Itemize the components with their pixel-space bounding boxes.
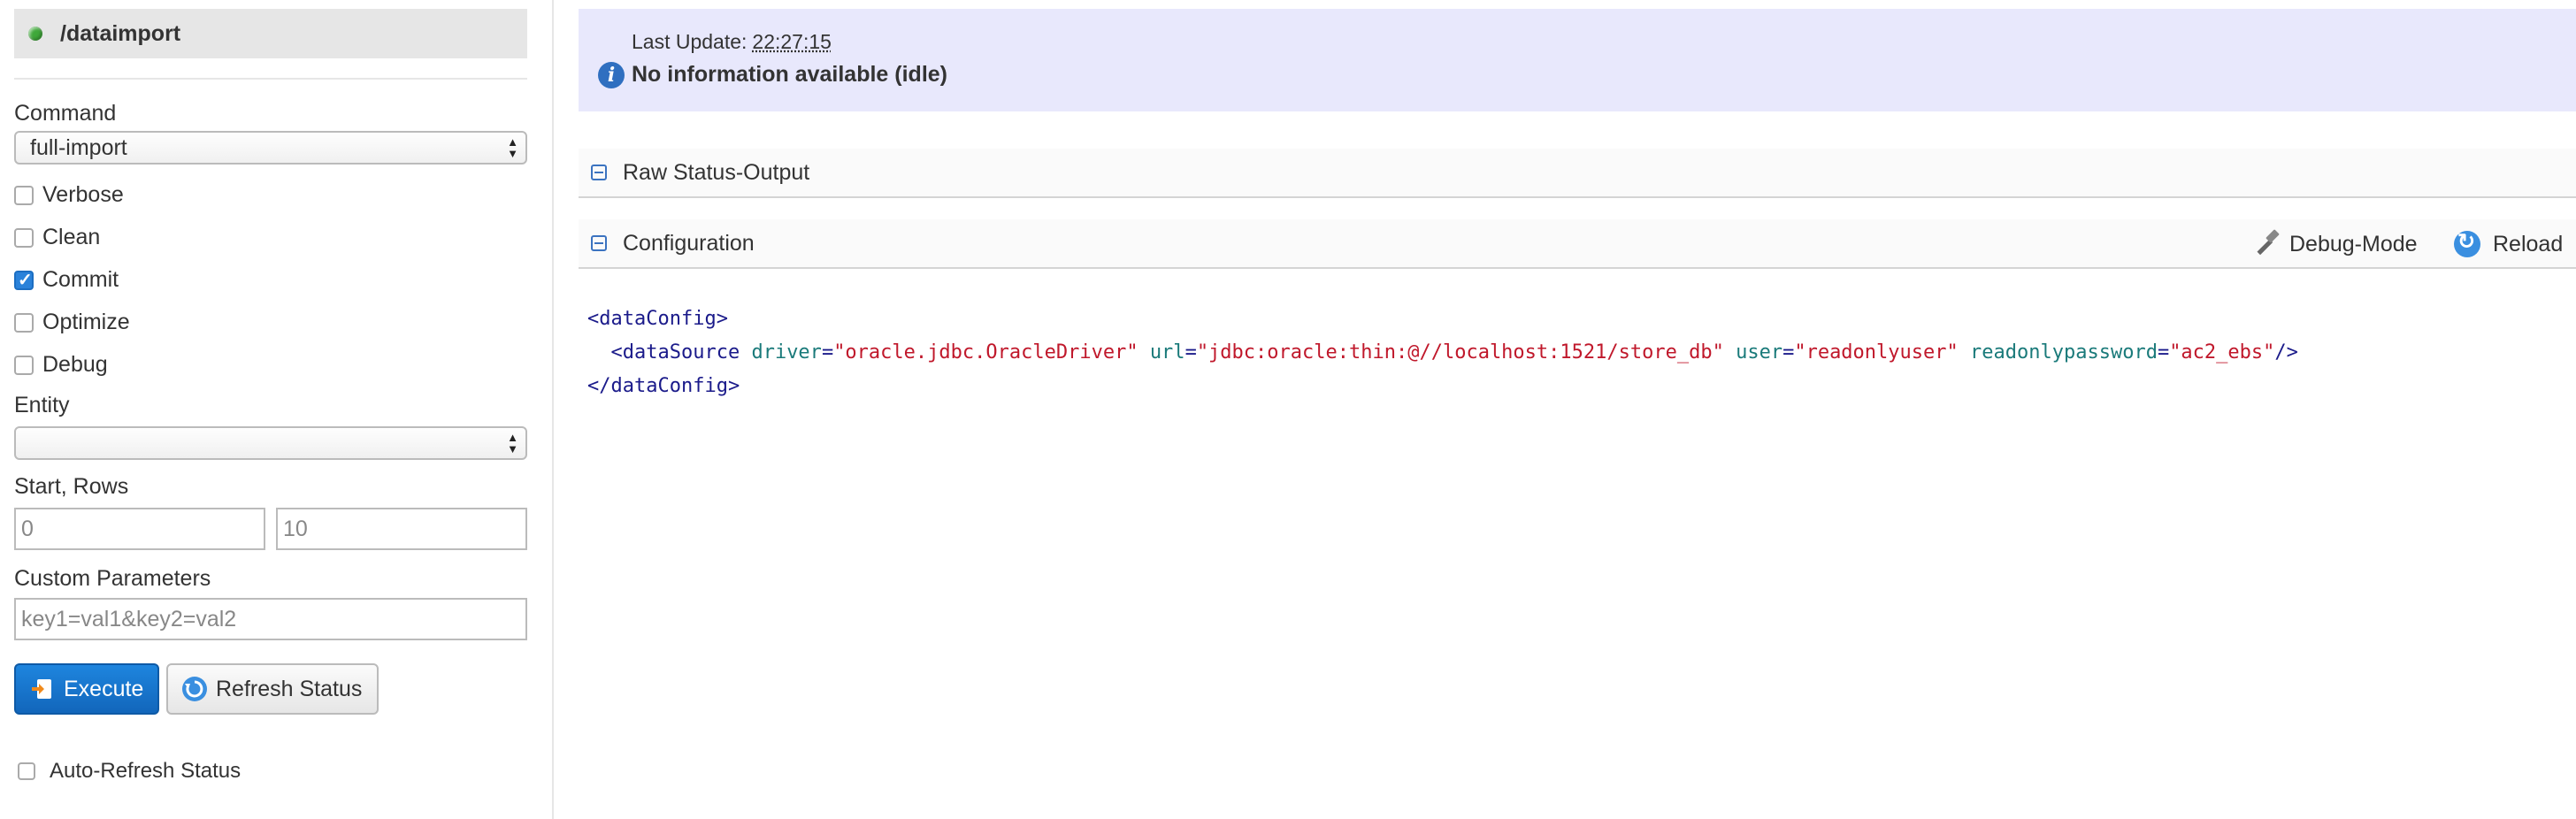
handler-header: /dataimport: [14, 9, 527, 58]
divider: [14, 78, 527, 80]
hammer-icon: [2252, 229, 2282, 259]
select-arrows-icon: ▲ ▼: [507, 135, 518, 160]
code-attr-name: url: [1149, 341, 1185, 364]
code-attr-value: "oracle.jdbc.OracleDriver": [833, 341, 1138, 364]
command-select[interactable]: full-import ▲ ▼: [14, 131, 527, 165]
code-attr-value: "jdbc:oracle:thin:@//localhost:1521/stor…: [1196, 341, 1724, 364]
code-attr-name: driver: [751, 341, 822, 364]
command-select-value: full-import: [30, 135, 127, 160]
config-code-block: <dataConfig> <dataSource driver="oracle.…: [587, 308, 2298, 397]
checkbox-icon[interactable]: [14, 185, 34, 205]
collapse-icon[interactable]: [591, 165, 607, 180]
command-label: Command: [14, 101, 117, 126]
info-icon: i: [598, 62, 625, 88]
custom-params-label: Custom Parameters: [14, 566, 211, 591]
debug-mode-label: Debug-Mode: [2289, 231, 2418, 256]
sidebar: /dataimport Command full-import ▲ ▼ Verbo…: [0, 0, 554, 819]
last-update-label: Last Update:: [632, 30, 748, 53]
checkbox-label: Clean: [42, 225, 101, 249]
execute-button[interactable]: Execute: [14, 663, 159, 715]
checkbox-label: Debug: [42, 352, 108, 377]
code-close-tag: </dataConfig>: [587, 375, 740, 397]
debug-mode-button[interactable]: Debug-Mode: [2252, 219, 2418, 269]
start-rows-label: Start, Rows: [14, 474, 129, 499]
checkbox-icon[interactable]: [14, 312, 34, 333]
rows-input[interactable]: 10: [276, 508, 527, 550]
code-open-tag: <dataConfig>: [587, 308, 728, 330]
checkbox-icon[interactable]: [14, 355, 34, 375]
checkbox-label: Optimize: [42, 310, 130, 334]
checkbox-icon[interactable]: [18, 762, 35, 780]
entity-select[interactable]: ▲ ▼: [14, 426, 527, 460]
checkbox-label: Commit: [42, 267, 119, 292]
checkbox-label: Verbose: [42, 182, 124, 207]
raw-status-output-title: Raw Status-Output: [623, 159, 810, 185]
refresh-status-button[interactable]: Refresh Status: [166, 663, 379, 715]
custom-params-input[interactable]: key1=val1&key2=val2: [14, 598, 527, 640]
code-attr-value: "readonlyuser": [1794, 341, 1959, 364]
handler-name: /dataimport: [60, 20, 181, 46]
checkbox-clean[interactable]: Clean: [14, 225, 100, 250]
last-update: Last Update: 22:27:15: [632, 30, 832, 54]
checkbox-optimize[interactable]: Optimize: [14, 310, 130, 335]
reload-label: Reload: [2493, 231, 2564, 256]
code-attr-name: user: [1736, 341, 1783, 364]
last-update-time: 22:27:15: [752, 30, 832, 53]
start-input[interactable]: 0: [14, 508, 265, 550]
checkbox-commit[interactable]: Commit: [14, 267, 119, 293]
execute-label: Execute: [64, 676, 144, 701]
reload-icon: [2454, 229, 2480, 257]
collapse-icon[interactable]: [591, 235, 607, 251]
refresh-icon: [182, 677, 207, 701]
checkbox-debug[interactable]: Debug: [14, 352, 108, 378]
code-datasource-tag: <dataSource: [610, 341, 740, 364]
checkbox-verbose[interactable]: Verbose: [14, 182, 124, 208]
status-message: No information available (idle): [632, 62, 947, 87]
refresh-status-label: Refresh Status: [216, 676, 363, 701]
checkbox-icon[interactable]: [14, 227, 34, 248]
auto-refresh-label: Auto-Refresh Status: [50, 759, 242, 783]
auto-refresh-toggle[interactable]: Auto-Refresh Status: [18, 759, 241, 784]
status-dot-icon: [28, 27, 42, 41]
main-panel: Last Update: 22:27:15 i No information av…: [579, 0, 2576, 819]
code-attr-value: "ac2_ebs": [2169, 341, 2275, 364]
configuration-header[interactable]: Configuration Debug-Mode Reload: [579, 219, 2576, 269]
reload-button[interactable]: Reload: [2454, 219, 2563, 269]
select-arrows-icon: ▲ ▼: [507, 431, 518, 455]
status-panel: Last Update: 22:27:15 i No information av…: [579, 9, 2576, 111]
code-datasource-close: />: [2274, 341, 2298, 364]
execute-icon: [30, 677, 55, 701]
configuration-title: Configuration: [623, 230, 755, 256]
code-attr-name: readonlypassword: [1970, 341, 2158, 364]
entity-label: Entity: [14, 393, 70, 417]
raw-status-output-header[interactable]: Raw Status-Output: [579, 149, 2576, 198]
checkbox-checked-icon[interactable]: [14, 269, 34, 291]
